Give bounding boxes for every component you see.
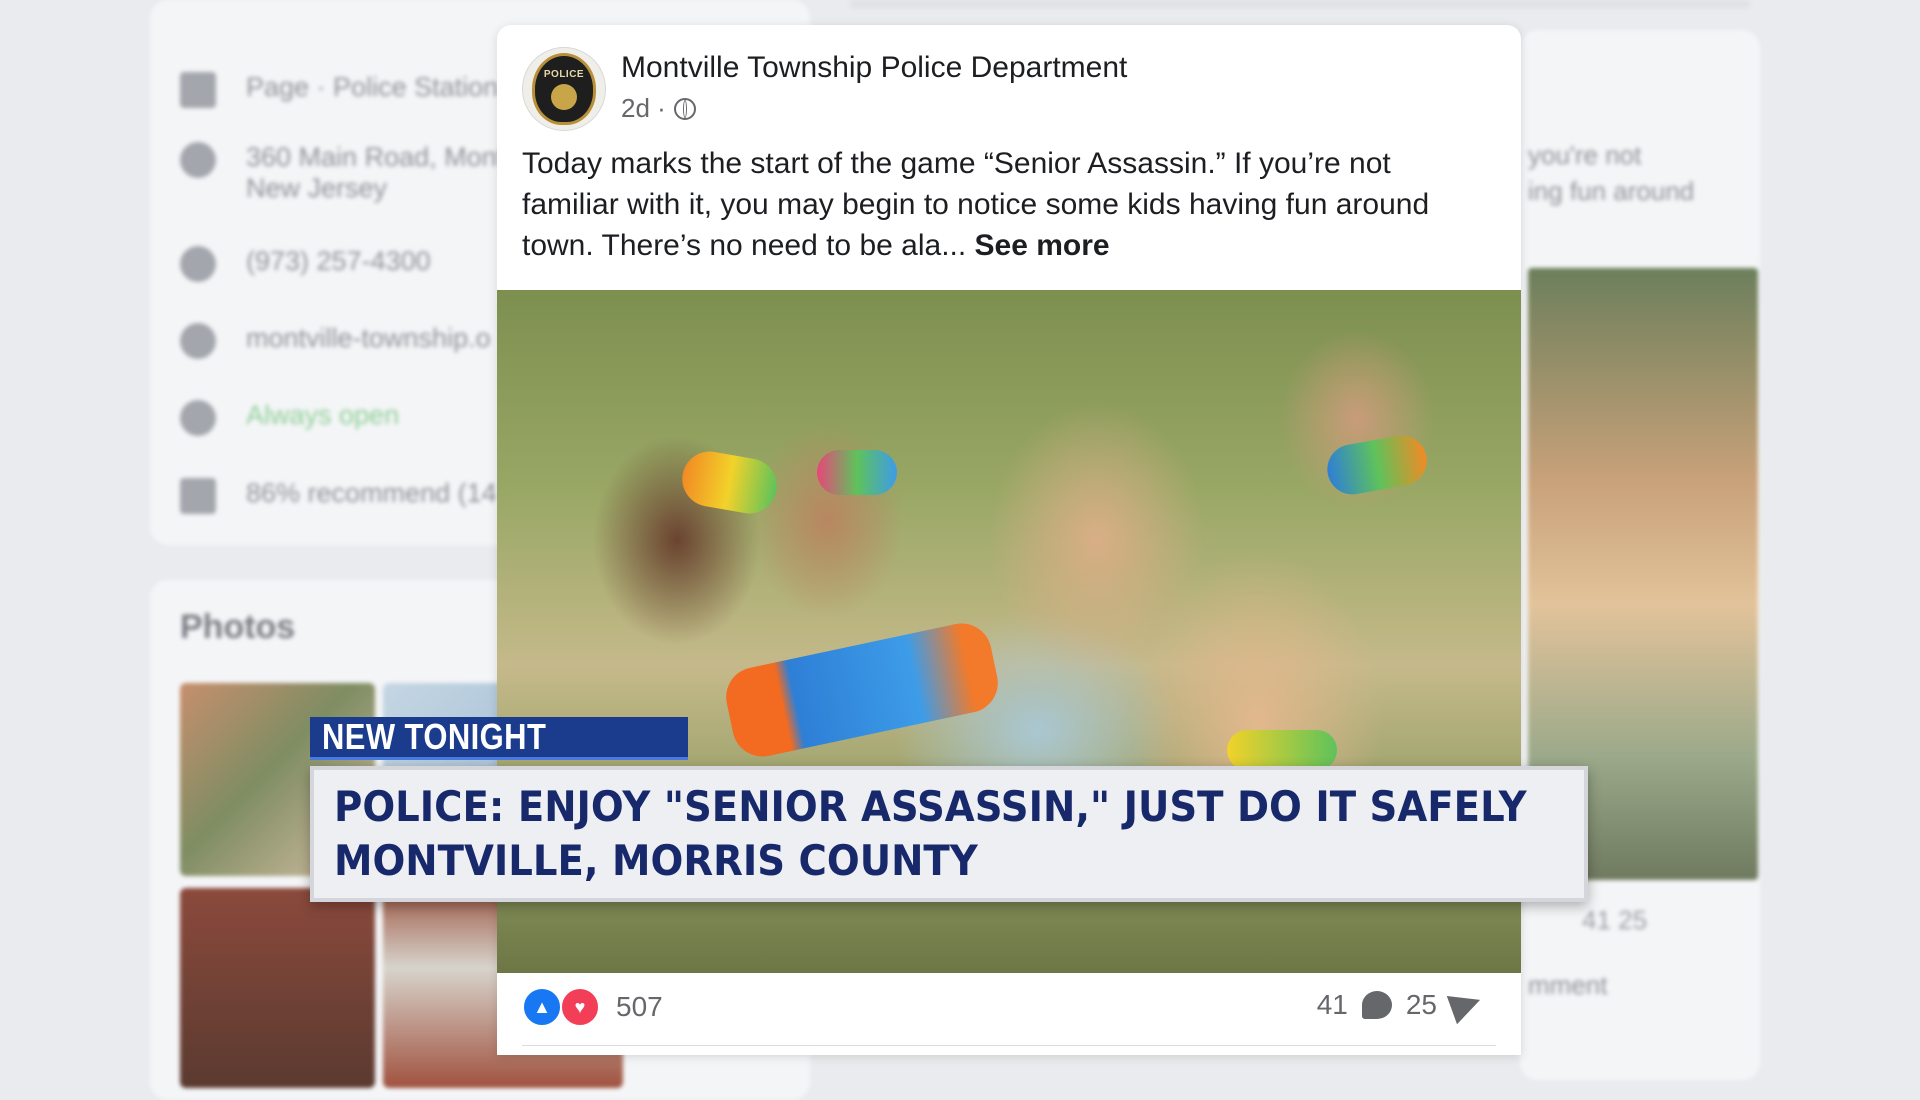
post-time[interactable]: 2d · bbox=[621, 93, 666, 124]
seal-icon bbox=[551, 83, 577, 110]
divider bbox=[522, 1045, 1496, 1046]
page-avatar[interactable]: POLICE bbox=[522, 47, 606, 131]
share-count[interactable]: 25 bbox=[1406, 989, 1437, 1021]
photo-thumbnail[interactable] bbox=[180, 888, 375, 1088]
phone-icon bbox=[180, 246, 216, 282]
right-post-text: ing fun around bbox=[1528, 176, 1695, 206]
post-text: Today marks the start of the game “Senio… bbox=[522, 147, 1430, 262]
comment-count[interactable]: 41 bbox=[1317, 989, 1348, 1021]
info-address: 360 Main Road, Mont New Jersey bbox=[180, 142, 504, 204]
share-icon[interactable] bbox=[1446, 985, 1486, 1025]
clock-icon bbox=[180, 400, 216, 436]
location-icon bbox=[180, 142, 216, 178]
post-meta: 2d · bbox=[621, 93, 696, 124]
right-post-comment-link[interactable]: mment bbox=[1528, 970, 1607, 1001]
comment-icon[interactable] bbox=[1361, 991, 1392, 1019]
background-card-top bbox=[850, 0, 1750, 8]
info-category: Page · Police Station bbox=[180, 72, 498, 108]
headline-line-2: MONTVILLE, MORRIS COUNTY bbox=[334, 836, 978, 885]
right-post-text: you're not bbox=[1528, 140, 1642, 170]
info-website[interactable]: montville-township.o bbox=[180, 323, 491, 359]
info-phone: (973) 257-4300 bbox=[180, 246, 431, 282]
reactions-summary[interactable]: ▲ ♥ 507 bbox=[522, 987, 663, 1027]
info-recommend: 86% recommend (14 bbox=[180, 478, 497, 514]
headline-line-1: POLICE: ENJOY "SENIOR ASSASSIN," JUST DO… bbox=[334, 782, 1527, 831]
see-more-link[interactable]: See more bbox=[975, 229, 1110, 262]
love-icon: ♥ bbox=[560, 987, 600, 1027]
post-stats: 41 25 bbox=[1317, 985, 1486, 1025]
news-headline-box: POLICE: ENJOY "SENIOR ASSASSIN," JUST DO… bbox=[310, 766, 1588, 902]
info-hours[interactable]: Always open bbox=[180, 400, 399, 436]
flag-icon bbox=[180, 72, 216, 108]
globe-icon bbox=[673, 97, 696, 120]
page-name[interactable]: Montville Township Police Department bbox=[621, 51, 1127, 85]
water-gun-image bbox=[1323, 431, 1431, 499]
water-gun-image bbox=[720, 617, 1004, 763]
right-post-stats: 41 25 bbox=[1582, 905, 1648, 935]
water-gun-image bbox=[1227, 730, 1337, 770]
reaction-count[interactable]: 507 bbox=[616, 991, 663, 1023]
star-icon bbox=[180, 478, 216, 514]
water-gun-image bbox=[817, 450, 897, 495]
water-gun-image bbox=[677, 447, 782, 518]
photos-title: Photos bbox=[180, 608, 296, 646]
like-icon: ▲ bbox=[522, 987, 562, 1027]
globe-icon bbox=[180, 323, 216, 359]
news-kicker: NEW TONIGHT bbox=[310, 716, 688, 760]
police-badge-logo: POLICE bbox=[532, 53, 596, 125]
